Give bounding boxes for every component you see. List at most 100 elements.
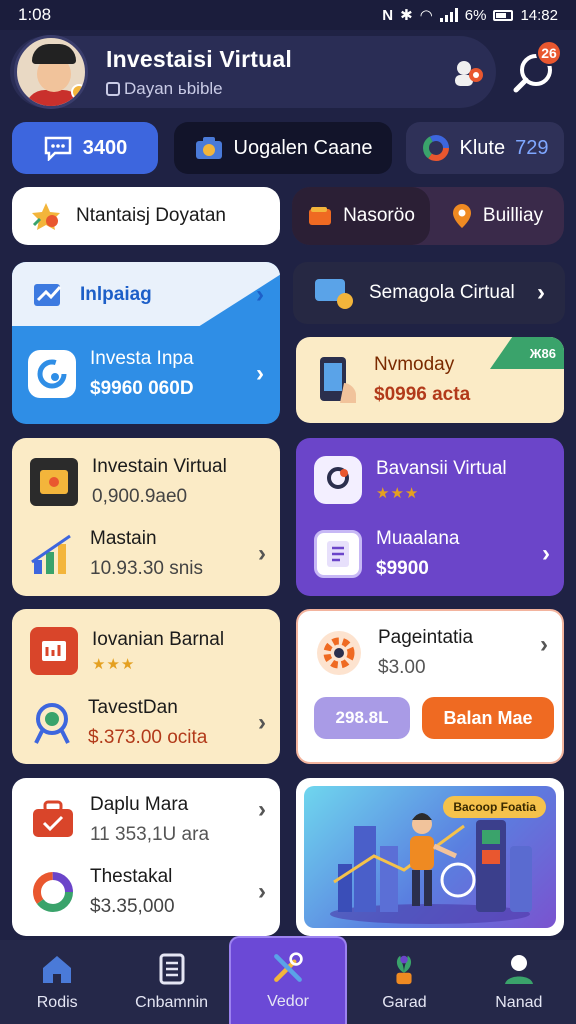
segment-builliay[interactable]: Builliay bbox=[430, 187, 564, 245]
copy-icon bbox=[106, 81, 120, 96]
secondary-button[interactable]: 298.8L bbox=[314, 697, 410, 739]
investor-illustration: Bacoop Foatia bbox=[304, 786, 556, 928]
camera-icon bbox=[195, 137, 222, 159]
tools-icon bbox=[274, 952, 303, 982]
nav-label: Rodis bbox=[36, 994, 78, 1011]
chevron-right-icon: › bbox=[537, 279, 545, 306]
star-badge-icon bbox=[32, 203, 60, 230]
avatar[interactable] bbox=[14, 35, 88, 109]
award-medal-icon bbox=[34, 703, 70, 744]
card-muaalana-amount: $9900 bbox=[376, 558, 429, 579]
card-iovanian-title: Iovanian Barnal bbox=[92, 629, 225, 650]
ribbon-badge: Ж86 bbox=[490, 337, 564, 369]
card-iovanian[interactable]: Iovanian Barnal ★★★ TavestDan $.373.00 o… bbox=[12, 609, 280, 764]
user-pin-icon[interactable] bbox=[452, 58, 486, 88]
location-pin-icon bbox=[452, 204, 471, 228]
nav-item-cnbamnin[interactable]: Cnbamnin bbox=[114, 940, 228, 1024]
chevron-right-icon: › bbox=[258, 709, 266, 736]
card-thestakal-title: Thestakal bbox=[90, 866, 173, 887]
pill-doyatan[interactable]: Ntantaisj Doyatan bbox=[12, 187, 280, 245]
card-nvmoday[interactable]: Ж86 Nvmoday $0996 acta bbox=[296, 337, 564, 423]
card-thestakal-amount: $3.35,000 bbox=[90, 896, 175, 917]
donut-chart-icon bbox=[422, 135, 449, 161]
search-button[interactable]: 26 bbox=[506, 40, 566, 100]
card-nvmoday-title: Nvmoday bbox=[374, 354, 455, 375]
card-mastain-title: Mastain bbox=[90, 528, 157, 549]
segment-nasorao[interactable]: Nasoröo bbox=[292, 187, 430, 245]
card-investa[interactable]: Inlpaiag › Investa Inpa $9960 060D › bbox=[12, 262, 280, 424]
briefcase-icon bbox=[33, 800, 73, 837]
promo-illustration-card[interactable]: Bacoop Foatia bbox=[296, 778, 564, 936]
wallet-icon bbox=[309, 207, 332, 225]
primary-button[interactable]: Balan Mae bbox=[422, 697, 554, 739]
notification-badge: 26 bbox=[536, 40, 562, 66]
document-icon bbox=[159, 953, 185, 985]
segment-builliay-label: Builliay bbox=[482, 205, 544, 226]
card-daplu[interactable]: Daplu Mara 11 353,1U ara › Thestakal $3.… bbox=[12, 778, 280, 936]
status-icons: N ✱ ◠ 6% 14:82 bbox=[382, 6, 558, 25]
card-muaalana-title: Muaalana bbox=[376, 528, 460, 549]
chevron-right-icon: › bbox=[258, 796, 266, 823]
card-pageintatia[interactable]: Pageintatia $3.00 › 298.8L Balan Mae bbox=[296, 609, 564, 764]
nav-item-vedor[interactable]: Vedor bbox=[228, 936, 348, 1024]
card-daplu-sub: 11 353,1U ara bbox=[90, 824, 210, 845]
card-investa-title: Investa Inpa bbox=[90, 348, 194, 369]
bar-chart-icon bbox=[31, 534, 71, 574]
segment-nasorao-label: Nasoröo bbox=[343, 205, 415, 226]
nfc-icon: N bbox=[382, 6, 394, 24]
card-investain[interactable]: Investain Virtual 0,900.9ae0 Mastain 10.… bbox=[12, 438, 280, 596]
page-title: Investaisi Virtual bbox=[106, 45, 292, 72]
nav-item-nanad[interactable]: Nanad bbox=[462, 940, 576, 1024]
chip-camera[interactable]: Uogalen Caane bbox=[174, 122, 392, 174]
status-bar: 1:08 N ✱ ◠ 6% 14:82 bbox=[0, 0, 576, 30]
chevron-right-icon: › bbox=[256, 281, 264, 308]
document-list-icon bbox=[314, 530, 362, 578]
card-investain-sub: 0,900.9ae0 bbox=[92, 486, 188, 507]
chip-klute-label: Klute bbox=[459, 136, 506, 159]
card-bavansii[interactable]: Bavansii Virtual ★★★ Muaalana $9900 › bbox=[296, 438, 564, 596]
chip-chat[interactable]: 3400 bbox=[12, 122, 158, 174]
card-investa-amount: $9960 060D bbox=[90, 378, 194, 399]
chip-chat-label: 3400 bbox=[82, 136, 128, 159]
coin-icon bbox=[71, 84, 85, 100]
screen-coin-icon bbox=[315, 279, 353, 309]
refresh-coin-icon bbox=[28, 350, 76, 398]
profile-icon bbox=[504, 955, 533, 984]
bluetooth-icon: ✱ bbox=[400, 7, 413, 24]
nav-label: Cnbamnin bbox=[135, 994, 209, 1011]
card-tavestdan-amount: $.373.00 ocita bbox=[88, 727, 208, 748]
page-subtitle: Dayan ьbible bbox=[124, 78, 223, 98]
chevron-right-icon: › bbox=[258, 540, 266, 567]
card-investa-top-title: Inlpaiag bbox=[80, 284, 152, 305]
plant-icon bbox=[396, 955, 412, 985]
card-bavansii-title: Bavansii Virtual bbox=[376, 458, 507, 479]
nav-label: Nanad bbox=[495, 994, 543, 1011]
home-icon bbox=[43, 956, 72, 983]
card-pageintatia-amount: $3.00 bbox=[378, 657, 426, 678]
card-semagola-title: Semagola Cirtual bbox=[369, 282, 515, 303]
chevron-right-icon: › bbox=[540, 631, 548, 658]
card-daplu-title: Daplu Mara bbox=[90, 794, 189, 815]
pill-segmented[interactable]: Nasoröo Builliay bbox=[292, 187, 564, 245]
profile-card-icon bbox=[314, 456, 362, 504]
chevron-right-icon: › bbox=[256, 360, 264, 387]
card-semagola[interactable]: Semagola Cirtual › bbox=[293, 262, 565, 324]
battery-icon bbox=[493, 9, 514, 21]
chip-klute[interactable]: Klute 729 bbox=[406, 122, 564, 174]
nav-item-garad[interactable]: Garad bbox=[347, 940, 461, 1024]
signal-icon bbox=[439, 8, 458, 22]
chip-camera-label: Uogalen Caane bbox=[233, 136, 373, 159]
profile-header[interactable]: Investaisi Virtual Dayan ьbible bbox=[10, 35, 496, 109]
gear-icon bbox=[317, 631, 361, 675]
chevron-right-icon: › bbox=[542, 540, 550, 567]
pie-ring-icon bbox=[33, 872, 73, 912]
status-clock: 14:82 bbox=[520, 6, 558, 24]
card-mastain-amount: 10.93.30 snis bbox=[90, 558, 204, 579]
wifi-icon: ◠ bbox=[419, 7, 433, 24]
chip-klute-number: 729 bbox=[515, 136, 549, 159]
chevron-right-icon: › bbox=[258, 878, 266, 905]
card-nvmoday-amount: $0996 acta bbox=[374, 384, 471, 405]
card-investain-title: Investain Virtual bbox=[92, 456, 227, 477]
calculator-icon bbox=[30, 627, 78, 675]
nav-item-rodis[interactable]: Rodis bbox=[0, 940, 114, 1024]
